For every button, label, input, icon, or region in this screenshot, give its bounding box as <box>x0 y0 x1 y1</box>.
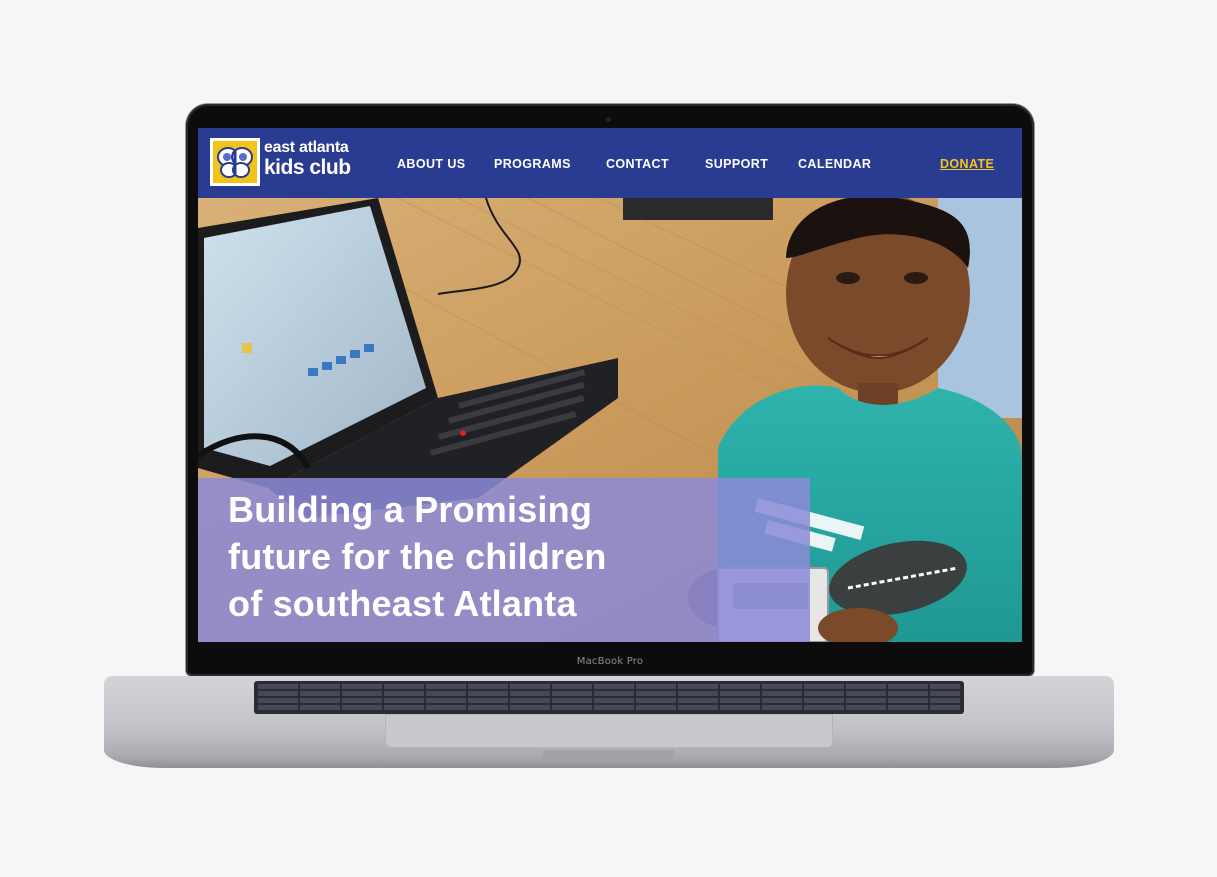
device-label: MacBook Pro <box>576 655 644 667</box>
hero-section: Building a Promising future for the chil… <box>198 198 1022 642</box>
hero-headline: Building a Promising future for the chil… <box>228 486 708 627</box>
laptop-notch <box>543 750 674 762</box>
keyboard-row <box>258 698 960 703</box>
hero-headline-line1: Building a Promising <box>228 489 593 530</box>
site-logo[interactable] <box>210 138 260 186</box>
butterfly-logo-icon <box>213 141 257 183</box>
site-name[interactable]: east atlanta kids club <box>264 139 351 179</box>
site-name-line1: east atlanta <box>264 139 349 156</box>
nav-calendar[interactable]: CALENDAR <box>798 157 871 171</box>
nav-support[interactable]: SUPPORT <box>705 157 768 171</box>
hero-headline-line2: future for the children <box>228 536 607 577</box>
laptop-trackpad <box>385 714 833 748</box>
nav-about-us[interactable]: ABOUT US <box>397 157 465 171</box>
keyboard-row <box>258 691 960 696</box>
donate-button[interactable]: DONATE <box>940 157 994 171</box>
site-name-line2: kids club <box>264 156 351 179</box>
site-header: east atlanta kids club ABOUT US PROGRAMS… <box>198 128 1022 198</box>
nav-contact[interactable]: CONTACT <box>606 157 669 171</box>
nav-programs[interactable]: PROGRAMS <box>494 157 571 171</box>
laptop-screen: east atlanta kids club ABOUT US PROGRAMS… <box>198 128 1022 642</box>
webcam <box>606 117 611 122</box>
hero-headline-line3: of southeast Atlanta <box>228 583 577 624</box>
laptop-keyboard <box>254 681 964 714</box>
keyboard-row <box>258 705 960 710</box>
laptop-chin: MacBook Pro <box>186 646 1034 676</box>
keyboard-row <box>258 684 960 689</box>
